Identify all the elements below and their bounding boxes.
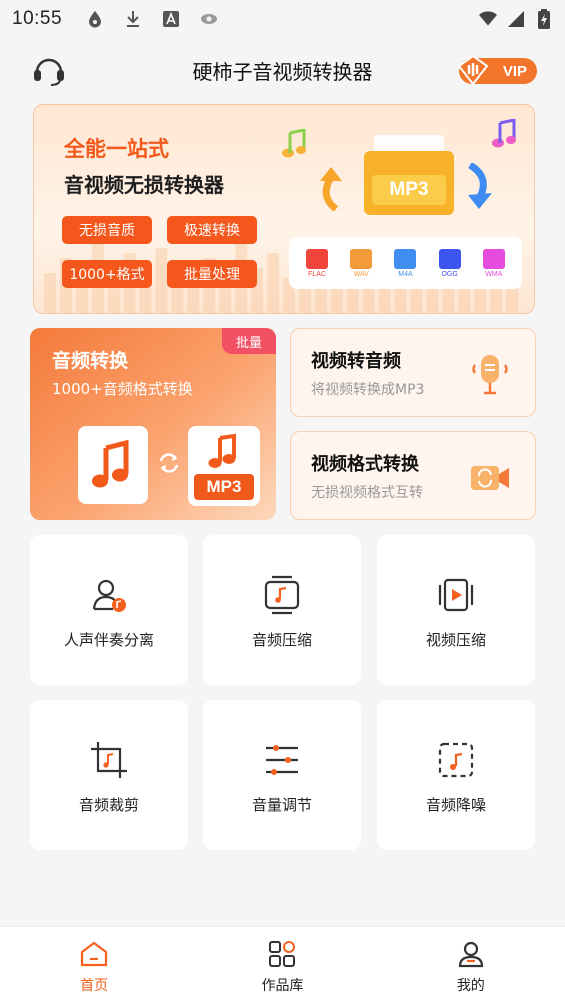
convert-icon xyxy=(159,453,179,473)
banner-headline: 全能一站式 xyxy=(64,137,169,161)
nav-label: 我的 xyxy=(456,978,485,994)
music-file-icon xyxy=(350,248,373,269)
app-header: 硬柿子音视频转换器 VIP xyxy=(0,40,565,100)
music-file-icon xyxy=(78,426,148,504)
status-bar: 10:55 xyxy=(0,0,565,38)
format-icons-card: FLAC WAV M4A OGG WMA xyxy=(289,237,522,289)
tool-label: 音频裁剪 xyxy=(78,796,139,814)
video-camera-icon xyxy=(471,466,509,490)
tool-label: 音频降噪 xyxy=(425,796,486,814)
audio-convert-title: 音频转换 xyxy=(52,350,129,372)
wifi-icon xyxy=(479,10,497,28)
microphone-icon xyxy=(472,355,508,395)
audio-convert-subtitle: 1000+音频格式转换 xyxy=(52,380,193,398)
home-icon xyxy=(81,941,108,967)
music-file-icon xyxy=(394,248,417,269)
vip-label: VIP xyxy=(502,62,527,80)
grid-icon xyxy=(269,941,296,967)
headset-icon xyxy=(34,58,64,86)
audio-convert-card[interactable]: 批量 音频转换 1000+音频格式转换 MP3 xyxy=(30,328,276,520)
arrow-up-icon xyxy=(320,167,342,211)
video-compress-icon xyxy=(438,578,474,612)
tool-label: 人声伴奏分离 xyxy=(63,631,154,649)
vip-button[interactable]: VIP xyxy=(457,54,537,86)
page-title: 硬柿子音视频转换器 xyxy=(192,59,373,84)
font-a-icon xyxy=(162,10,180,28)
audio-card-mp3-label: MP3 xyxy=(206,477,242,496)
tag-lossless: 无损音质 xyxy=(62,216,152,244)
promo-banner[interactable]: 全能一站式 音视频无损转换器 无损音质 极速转换 1000+格式 批量处理 MP… xyxy=(33,104,535,314)
tag-batch: 批量处理 xyxy=(167,260,257,288)
signal-icon xyxy=(507,10,525,28)
format-wav: WAV xyxy=(347,248,375,278)
banner-subheadline: 音视频无损转换器 xyxy=(64,173,224,197)
vocal-separation-icon xyxy=(92,579,126,612)
mp3-folder-illustration: MP3 xyxy=(364,135,454,215)
eye-icon xyxy=(200,10,218,28)
video-to-audio-title: 视频转音频 xyxy=(311,351,401,372)
tag-fast: 极速转换 xyxy=(167,216,257,244)
tool-video-compress[interactable]: 视频压缩 xyxy=(377,535,535,685)
battery-icon xyxy=(535,9,553,29)
tool-audio-crop[interactable]: 音频裁剪 xyxy=(30,700,188,850)
video-format-subtitle: 无损视频格式互转 xyxy=(311,485,423,501)
audio-compress-icon xyxy=(264,575,300,615)
video-to-audio-card[interactable]: 视频转音频 将视频转换成MP3 xyxy=(290,328,536,417)
user-icon xyxy=(458,941,483,968)
music-file-icon xyxy=(482,248,505,269)
tag-formats: 1000+格式 xyxy=(62,260,152,288)
nav-profile[interactable]: 我的 xyxy=(411,927,531,1004)
music-file-icon xyxy=(438,248,461,269)
volume-adjust-icon xyxy=(266,745,298,775)
batch-badge: 批量 xyxy=(222,328,276,354)
ink-drop-icon xyxy=(86,10,104,28)
tool-noise-reduction[interactable]: 音频降噪 xyxy=(377,700,535,850)
arrow-down-icon xyxy=(468,163,492,209)
format-ogg: OGG xyxy=(436,248,464,278)
tool-vocal-separation[interactable]: 人声伴奏分离 xyxy=(30,535,188,685)
tool-label: 视频压缩 xyxy=(425,631,486,649)
vip-crown-icon xyxy=(457,54,489,86)
mp3-file-icon: MP3 xyxy=(188,426,260,506)
status-time: 10:55 xyxy=(12,8,63,29)
noise-reduction-icon xyxy=(438,742,474,778)
format-wma: WMA xyxy=(480,248,508,278)
tool-label: 音频压缩 xyxy=(251,631,312,649)
banner-mp3-label: MP3 xyxy=(389,179,429,200)
tool-audio-compress[interactable]: 音频压缩 xyxy=(203,535,361,685)
customer-support-button[interactable] xyxy=(32,54,66,86)
audio-crop-icon xyxy=(91,742,127,778)
music-note-icon xyxy=(282,129,306,158)
nav-works[interactable]: 作品库 xyxy=(222,927,342,1004)
format-flac: FLAC xyxy=(303,248,331,278)
nav-label: 首页 xyxy=(80,978,109,994)
tool-volume-adjust[interactable]: 音量调节 xyxy=(203,700,361,850)
video-format-card[interactable]: 视频格式转换 无损视频格式互转 xyxy=(290,431,536,520)
download-icon xyxy=(124,10,142,28)
music-note-icon-2 xyxy=(492,119,516,148)
format-m4a: M4A xyxy=(391,248,419,278)
bottom-navigation: 首页 作品库 我的 xyxy=(0,926,565,1004)
nav-label: 作品库 xyxy=(261,978,304,994)
video-format-title: 视频格式转换 xyxy=(311,454,419,475)
nav-home[interactable]: 首页 xyxy=(34,927,154,1004)
music-file-icon xyxy=(306,248,329,269)
tool-label: 音量调节 xyxy=(251,796,312,814)
video-to-audio-subtitle: 将视频转换成MP3 xyxy=(311,382,425,398)
